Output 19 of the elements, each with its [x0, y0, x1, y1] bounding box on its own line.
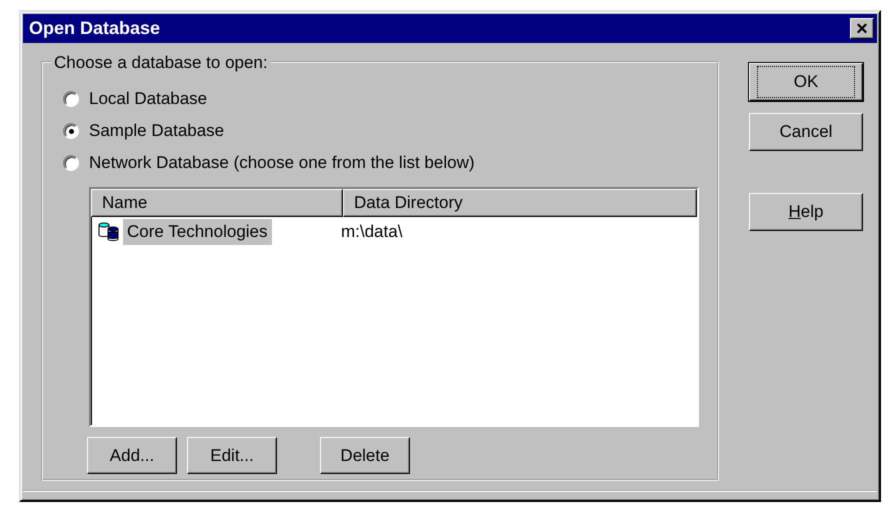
- list-item[interactable]: Core Technologies: [123, 219, 272, 245]
- dialog-button[interactable]: Cancel: [749, 113, 863, 151]
- dialog-button[interactable]: Help: [749, 193, 863, 231]
- close-button[interactable]: ×: [850, 18, 874, 39]
- radio-label[interactable]: Network Database (choose one from the list below): [89, 150, 475, 176]
- radio-label[interactable]: Sample Database: [89, 118, 224, 144]
- action-button[interactable]: Delete: [320, 437, 410, 474]
- radio-label[interactable]: Local Database: [89, 86, 208, 112]
- dialog-button[interactable]: OK: [749, 63, 863, 101]
- radio-button[interactable]: [63, 155, 79, 171]
- window-title: Open Database: [29, 17, 160, 40]
- column-header[interactable]: Name: [91, 189, 343, 217]
- radio-button[interactable]: [63, 123, 79, 139]
- database-icon: [97, 221, 121, 243]
- radio-button[interactable]: [63, 91, 79, 107]
- action-button[interactable]: Add...: [87, 437, 177, 474]
- column-header[interactable]: Data Directory: [343, 189, 697, 217]
- table-cell-text: m:\data\: [341, 221, 402, 244]
- action-button[interactable]: Edit...: [187, 437, 277, 474]
